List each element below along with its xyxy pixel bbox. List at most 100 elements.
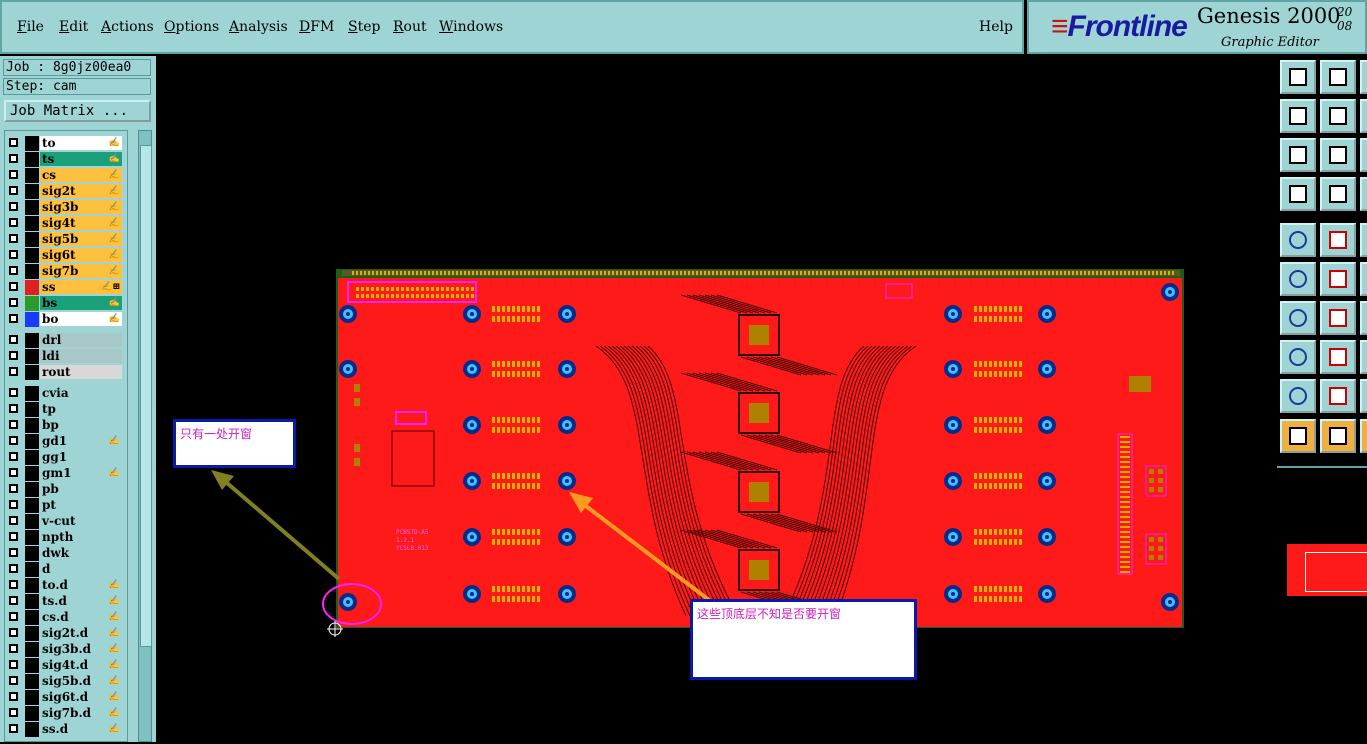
layer-row-to[interactable]: to ✍ <box>7 136 123 151</box>
layer-color-swatch[interactable] <box>25 216 39 231</box>
tool-button-5-1[interactable] <box>1320 262 1356 296</box>
layer-checkbox[interactable] <box>9 250 18 259</box>
layer-name[interactable]: ts ✍ <box>40 152 122 166</box>
layer-checkbox[interactable] <box>9 676 18 685</box>
layer-checkbox[interactable] <box>9 186 18 195</box>
layer-row-bp[interactable]: bp <box>7 418 123 433</box>
layer-name[interactable]: gd1 ✍ <box>40 434 122 448</box>
tool-button-6-2[interactable] <box>1360 301 1367 335</box>
tool-button-1-0[interactable] <box>1280 99 1316 133</box>
layer-name[interactable]: pt <box>40 498 122 512</box>
layer-row-v-cut[interactable]: v-cut <box>7 514 123 529</box>
layer-row-dwk[interactable]: dwk <box>7 546 123 561</box>
layer-name[interactable]: cvia <box>40 386 122 400</box>
layer-row-ss.d[interactable]: ss.d ✍ <box>7 722 123 737</box>
tool-button-2-2[interactable] <box>1360 138 1367 172</box>
layer-color-swatch[interactable] <box>25 626 39 641</box>
layer-row-gm1[interactable]: gm1 ✍ <box>7 466 123 481</box>
layer-name[interactable]: sig3b ✍ <box>40 200 122 214</box>
layer-row-cvia[interactable]: cvia <box>7 386 123 401</box>
layer-checkbox[interactable] <box>9 500 18 509</box>
layer-name[interactable]: sig2t ✍ <box>40 184 122 198</box>
layer-color-swatch[interactable] <box>25 466 39 481</box>
layer-checkbox[interactable] <box>9 708 18 717</box>
layer-row-pt[interactable]: pt <box>7 498 123 513</box>
layer-color-swatch[interactable] <box>25 546 39 561</box>
tool-button-2-1[interactable] <box>1320 138 1356 172</box>
menu-options[interactable]: Options <box>164 19 219 35</box>
layer-name[interactable]: tp <box>40 402 122 416</box>
layer-checkbox[interactable] <box>9 724 18 733</box>
layer-color-swatch[interactable] <box>25 722 39 737</box>
layer-checkbox[interactable] <box>9 388 18 397</box>
layer-checkbox[interactable] <box>9 202 18 211</box>
job-matrix-button[interactable]: Job Matrix ... <box>4 100 151 122</box>
layer-color-swatch[interactable] <box>25 674 39 689</box>
layer-color-swatch[interactable] <box>25 418 39 433</box>
tool-button-6-0[interactable] <box>1280 301 1316 335</box>
tool-button-5-2[interactable] <box>1360 262 1367 296</box>
layer-checkbox[interactable] <box>9 420 18 429</box>
layer-row-sig2t[interactable]: sig2t ✍ <box>7 184 123 199</box>
menu-help[interactable]: Help <box>979 19 1013 35</box>
layer-color-swatch[interactable] <box>25 248 39 263</box>
tool-button-3-0[interactable] <box>1280 177 1316 211</box>
layer-row-drl[interactable]: drl <box>7 333 123 348</box>
layer-color-swatch[interactable] <box>25 690 39 705</box>
layer-name[interactable]: dwk <box>40 546 122 560</box>
layer-row-npth[interactable]: npth <box>7 530 123 545</box>
layer-row-d[interactable]: d <box>7 562 123 577</box>
layer-checkbox[interactable] <box>9 692 18 701</box>
layer-row-rout[interactable]: rout <box>7 365 123 380</box>
menu-windows[interactable]: Windows <box>439 19 503 35</box>
layer-name[interactable]: rout <box>40 365 122 379</box>
layer-row-cs.d[interactable]: cs.d ✍ <box>7 610 123 625</box>
tool-button-8-0[interactable] <box>1280 379 1316 413</box>
layer-row-ss[interactable]: ss ✍⊞ <box>7 280 123 295</box>
layer-color-swatch[interactable] <box>25 434 39 449</box>
tool-button-0-1[interactable] <box>1320 60 1356 94</box>
tool-button-6-1[interactable] <box>1320 301 1356 335</box>
layer-checkbox[interactable] <box>9 564 18 573</box>
menu-step[interactable]: Step <box>348 19 380 35</box>
layer-checkbox[interactable] <box>9 436 18 445</box>
layer-checkbox[interactable] <box>9 367 18 376</box>
layer-checkbox[interactable] <box>9 468 18 477</box>
layer-checkbox[interactable] <box>9 170 18 179</box>
layer-name[interactable]: bo ✍ <box>40 312 122 326</box>
layer-row-sig5b.d[interactable]: sig5b.d ✍ <box>7 674 123 689</box>
layer-color-swatch[interactable] <box>25 280 39 295</box>
layer-row-ldi[interactable]: ldi <box>7 349 123 364</box>
layer-color-swatch[interactable] <box>25 610 39 625</box>
layer-color-swatch[interactable] <box>25 642 39 657</box>
layer-checkbox[interactable] <box>9 266 18 275</box>
layer-color-swatch[interactable] <box>25 498 39 513</box>
layer-name[interactable]: to.d ✍ <box>40 578 122 592</box>
layer-name[interactable]: sig6t ✍ <box>40 248 122 262</box>
layer-color-swatch[interactable] <box>25 152 39 167</box>
layer-checkbox[interactable] <box>9 516 18 525</box>
layer-row-sig6t[interactable]: sig6t ✍ <box>7 248 123 263</box>
layer-row-sig3b[interactable]: sig3b ✍ <box>7 200 123 215</box>
layer-checkbox[interactable] <box>9 580 18 589</box>
layer-checkbox[interactable] <box>9 596 18 605</box>
layer-color-swatch[interactable] <box>25 200 39 215</box>
layer-color-swatch[interactable] <box>25 658 39 673</box>
tool-button-1-2[interactable] <box>1360 99 1367 133</box>
menu-dfm[interactable]: DFM <box>299 19 334 35</box>
layer-checkbox[interactable] <box>9 298 18 307</box>
layer-name[interactable]: sig5b ✍ <box>40 232 122 246</box>
layer-color-swatch[interactable] <box>25 402 39 417</box>
menu-rout[interactable]: Rout <box>393 19 427 35</box>
menu-actions[interactable]: Actions <box>101 19 154 35</box>
layer-color-swatch[interactable] <box>25 184 39 199</box>
layer-name[interactable]: to ✍ <box>40 136 122 150</box>
layer-color-swatch[interactable] <box>25 386 39 401</box>
layer-checkbox[interactable] <box>9 314 18 323</box>
layer-checkbox[interactable] <box>9 218 18 227</box>
layer-name[interactable]: pb <box>40 482 122 496</box>
layer-name[interactable]: gm1 ✍ <box>40 466 122 480</box>
layer-name[interactable]: sig4t.d ✍ <box>40 658 122 672</box>
tool-button-7-2[interactable] <box>1360 340 1367 374</box>
layer-row-ts.d[interactable]: ts.d ✍ <box>7 594 123 609</box>
